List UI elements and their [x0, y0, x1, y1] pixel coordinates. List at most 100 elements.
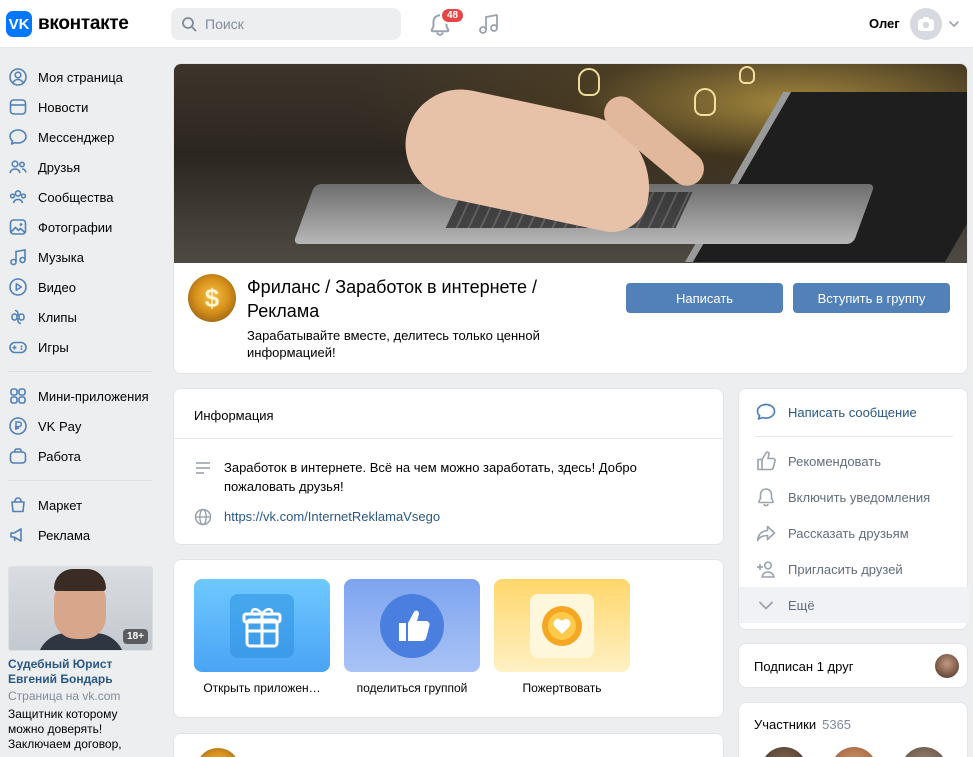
invite-friends-action[interactable]: Пригласить друзей: [739, 551, 969, 587]
group-website-link[interactable]: https://vk.com/InternetReklamaVsego: [224, 507, 440, 526]
music-player-icon[interactable]: [477, 12, 501, 36]
info-description: Заработок в интернете. Всё на чем можно …: [224, 460, 637, 494]
vk-logo-text: вконтакте: [38, 13, 129, 34]
sidebar-item-label: Реклама: [38, 527, 91, 543]
post-author-avatar[interactable]: [196, 748, 240, 757]
vkpay-icon: [9, 417, 27, 435]
sidebar-item-label: Работа: [38, 448, 81, 464]
notifications-badge: 48: [440, 7, 466, 24]
group-avatar[interactable]: $: [188, 274, 236, 322]
sidebar-item-label: Игры: [38, 339, 69, 355]
work-icon: [9, 448, 27, 464]
apps-card: Открыть приложен… поделиться группой Пож…: [173, 559, 724, 718]
sidebar-item-news[interactable]: Новости: [0, 92, 160, 122]
group-header-card: $ Фриланс / Заработок в интернете / Рекл…: [173, 63, 968, 374]
age-rating-badge: 18+: [123, 629, 148, 644]
member-avatar[interactable]: [831, 747, 877, 757]
invite-icon: [757, 561, 775, 578]
sidebar-ad[interactable]: 18+ Судебный Юрист Евгений Бондарь Стран…: [8, 566, 153, 752]
sidebar-item-games[interactable]: Игры: [0, 332, 160, 362]
sidebar-item-label: Новости: [38, 99, 89, 115]
app-label: Пожертвовать: [522, 681, 602, 695]
sidebar-item-label: Маркет: [38, 497, 83, 513]
app-tile[interactable]: [194, 579, 330, 672]
sidebar-item-ads[interactable]: Реклама: [0, 520, 160, 550]
sidebar-item-photos[interactable]: Фотографии: [0, 212, 160, 242]
user-avatar[interactable]: [910, 8, 942, 40]
sidebar-item-mini-apps[interactable]: Мини-приложения: [0, 381, 160, 411]
music-icon: [10, 249, 26, 266]
chevron-down-icon: [759, 601, 773, 610]
ad-title[interactable]: Судебный Юрист Евгений Бондарь: [8, 657, 153, 687]
search-icon: [182, 17, 197, 32]
sidebar-item-music[interactable]: Музыка: [0, 242, 160, 272]
action-label: Рассказать друзьям: [788, 525, 909, 541]
friend-avatar[interactable]: [935, 654, 959, 678]
user-name[interactable]: Олег: [869, 16, 900, 31]
search-box[interactable]: [171, 8, 401, 40]
more-actions[interactable]: Ещё: [739, 587, 969, 623]
members-title[interactable]: Участники 5365: [754, 717, 851, 732]
left-sidebar: Моя страница Новости Мессенджер Друзья С…: [0, 62, 160, 550]
search-input[interactable]: [205, 16, 385, 32]
top-bar: VK вконтакте 48 Олег: [0, 0, 973, 48]
sidebar-item-market[interactable]: Маркет: [0, 490, 160, 520]
camera-icon: [918, 17, 934, 31]
user-circle-icon: [9, 68, 27, 86]
sidebar-item-friends[interactable]: Друзья: [0, 152, 160, 182]
app-label: Открыть приложен…: [203, 681, 321, 695]
join-group-button[interactable]: Вступить в группу: [793, 283, 950, 313]
share-icon: [756, 525, 776, 542]
action-label: Ещё: [788, 597, 815, 613]
app-donate[interactable]: Пожертвовать: [494, 579, 630, 695]
ad-text: Защитник которому можно доверять! Заключ…: [8, 707, 122, 751]
sidebar-divider: [8, 371, 152, 372]
sidebar-item-communities[interactable]: Сообщества: [0, 182, 160, 212]
recommend-action[interactable]: Рекомендовать: [739, 443, 969, 479]
app-tile[interactable]: [344, 579, 480, 672]
gift-icon: [230, 593, 294, 658]
friends-icon: [9, 160, 27, 174]
member-avatar[interactable]: [901, 747, 947, 757]
action-label: Пригласить друзей: [788, 561, 903, 577]
sidebar-item-label: Сообщества: [38, 189, 114, 205]
group-cover-image: [174, 64, 967, 263]
sidebar-item-label: Фотографии: [38, 219, 113, 235]
tell-friends-action[interactable]: Рассказать друзьям: [739, 515, 969, 551]
app-share-group[interactable]: поделиться группой: [344, 579, 480, 695]
app-open-app[interactable]: Открыть приложен…: [194, 579, 330, 695]
like-icon: [757, 451, 776, 471]
ad-image[interactable]: 18+: [8, 566, 153, 651]
sidebar-item-video[interactable]: Видео: [0, 272, 160, 302]
group-name: Фриланс / Заработок в интернете / Реклам…: [247, 277, 537, 321]
gamepad-icon: [9, 341, 27, 354]
sidebar-item-my-page[interactable]: Моя страница: [0, 62, 160, 92]
member-avatar[interactable]: [761, 747, 807, 757]
send-message-action[interactable]: Написать сообщение: [739, 394, 969, 430]
lightbulb-icon: [578, 68, 600, 96]
info-card: Информация Заработок в интернете. Всё на…: [173, 388, 725, 545]
action-label: Включить уведомления: [788, 489, 931, 505]
group-status: Зарабатывайте вместе, делитесь только це…: [247, 328, 540, 360]
sidebar-item-vk-pay[interactable]: VK Pay: [0, 411, 160, 441]
sidebar-item-label: Друзья: [38, 159, 81, 175]
clips-icon: [11, 309, 25, 325]
vk-logo[interactable]: VK вконтакте: [6, 11, 129, 37]
thumbs-up-icon: [380, 593, 444, 658]
enable-notifications-action[interactable]: Включить уведомления: [739, 479, 969, 515]
subscribed-friends-card[interactable]: Подписан 1 друг: [738, 643, 968, 688]
divider: [755, 436, 953, 437]
chevron-down-icon[interactable]: [948, 18, 960, 30]
sidebar-item-messenger[interactable]: Мессенджер: [0, 122, 160, 152]
app-tile[interactable]: [494, 579, 630, 672]
ad-source: Страница на vk.com: [8, 689, 121, 703]
wall-post-card: [173, 733, 724, 757]
sidebar-item-work[interactable]: Работа: [0, 441, 160, 471]
sidebar-item-label: Видео: [38, 279, 76, 295]
action-label: Написать сообщение: [788, 404, 917, 420]
write-message-button[interactable]: Написать: [626, 283, 783, 313]
sidebar-item-label: Моя страница: [38, 69, 123, 85]
action-label: Рекомендовать: [788, 453, 881, 469]
lightbulb-icon: [739, 66, 755, 84]
sidebar-item-clips[interactable]: Клипы: [0, 302, 160, 332]
